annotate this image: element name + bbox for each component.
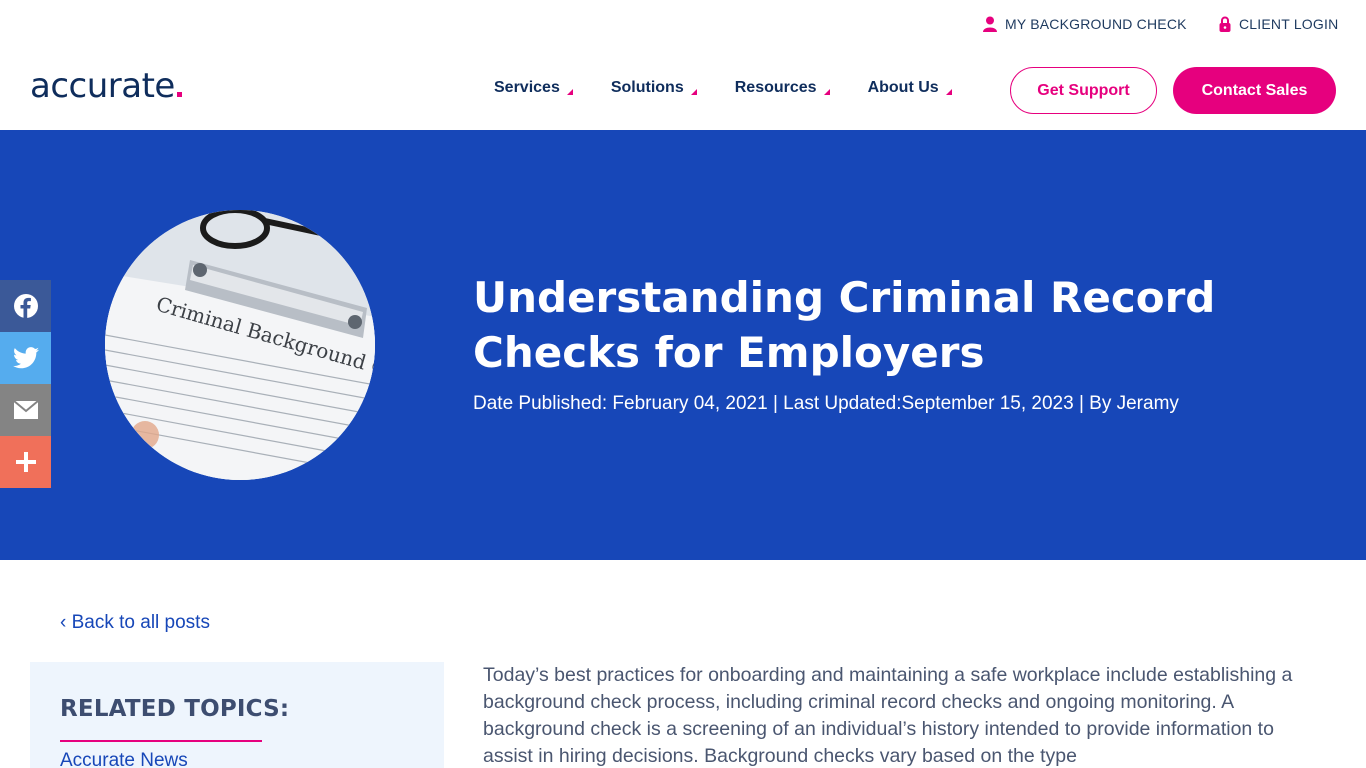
hero-banner: Criminal Background Che Understanding Cr… [0,130,1366,560]
related-topic-link[interactable]: Accurate News [60,750,188,768]
share-facebook-button[interactable] [0,280,51,332]
post-meta: Date Published: February 04, 2021 | Last… [473,393,1179,414]
nav-label: Resources [734,79,817,96]
nav-item-services[interactable]: Services [494,79,573,97]
share-email-button[interactable] [0,384,51,436]
hero-image-criminal-background-check-form: Criminal Background Che [105,210,375,480]
logo-text: accurate [30,66,175,106]
nav-item-solutions[interactable]: Solutions [611,79,697,97]
caret-icon [690,89,697,95]
my-background-check-link[interactable]: MY BACKGROUND CHECK [983,16,1187,32]
get-support-button[interactable]: Get Support [1010,67,1157,114]
related-topics-heading: RELATED TOPICS: [60,696,290,722]
social-share-bar [0,280,51,488]
related-topics-box: RELATED TOPICS: Accurate News [30,662,444,768]
back-to-all-posts-link[interactable]: ‹ Back to all posts [60,612,210,634]
client-login-label: CLIENT LOGIN [1239,16,1339,32]
utility-bar: MY BACKGROUND CHECK CLIENT LOGIN [0,0,1366,50]
client-login-link[interactable]: CLIENT LOGIN [1219,16,1338,32]
lock-icon [1219,16,1231,32]
accurate-logo[interactable]: accurate [30,66,182,106]
nav-label: About Us [867,79,939,96]
nav-label: Solutions [610,79,684,96]
nav-item-about-us[interactable]: About Us [868,79,952,97]
share-twitter-button[interactable] [0,332,51,384]
caret-icon [823,89,830,95]
related-topics-divider [60,740,262,742]
contact-sales-button[interactable]: Contact Sales [1173,67,1336,114]
caret-icon [945,89,952,95]
page-title: Understanding Criminal Record Checks for… [473,273,1216,377]
twitter-icon [12,347,39,369]
article-intro-paragraph: Today’s best practices for onboarding an… [483,664,1293,767]
main-nav: Services Solutions Resources About Us [494,79,952,97]
plus-icon [15,452,36,472]
share-more-button[interactable] [0,436,51,488]
logo-accent [176,92,182,97]
user-icon [983,16,997,32]
nav-item-resources[interactable]: Resources [735,79,830,97]
nav-label: Services [494,79,560,96]
site-header: accurate Services Solutions Resources Ab… [0,50,1366,130]
email-icon [13,401,38,419]
caret-icon [566,89,573,95]
facebook-icon [13,294,38,318]
my-background-check-label: MY BACKGROUND CHECK [1005,16,1187,32]
